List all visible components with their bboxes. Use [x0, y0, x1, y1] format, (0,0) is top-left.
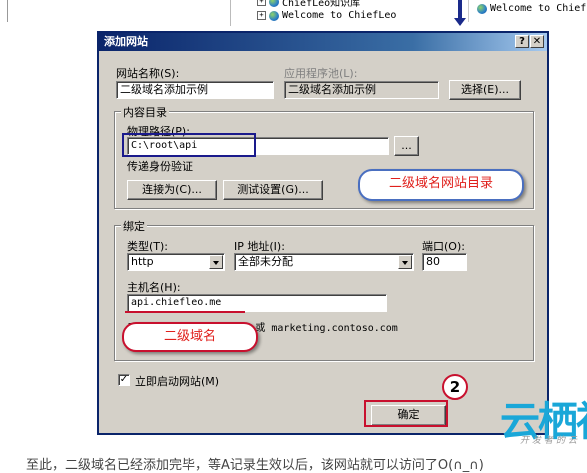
- help-icon[interactable]: ?: [515, 35, 529, 48]
- host-underline: [125, 311, 245, 313]
- host-name-label: 主机名(H):: [127, 281, 181, 294]
- expand-icon[interactable]: +: [257, 0, 266, 6]
- globe-icon: [269, 0, 279, 7]
- binding-title: 绑定: [121, 218, 147, 234]
- background-right-panel: Welcome to Chief: [468, 0, 587, 22]
- dialog-title: 添加网站: [104, 35, 148, 48]
- chevron-down-icon[interactable]: [209, 255, 223, 269]
- content-directory-title: 内容目录: [121, 104, 169, 120]
- globe-icon: [269, 10, 279, 21]
- tree-item[interactable]: + Welcome to ChiefLeo: [257, 10, 396, 21]
- ip-address-value: 全部未分配: [238, 255, 293, 268]
- expand-icon[interactable]: +: [257, 11, 266, 20]
- passthrough-auth-label: 传递身份验证: [127, 160, 193, 173]
- site-name-label: 网站名称(S):: [116, 67, 180, 80]
- host-name-input[interactable]: api.chiefleo.me: [127, 294, 387, 312]
- site-item[interactable]: Welcome to Chief: [477, 3, 586, 14]
- background-divider: [7, 0, 8, 22]
- arrow-down-icon: [454, 0, 466, 26]
- app-pool-label: 应用程序池(L):: [284, 67, 358, 80]
- type-select[interactable]: http: [127, 253, 225, 271]
- step-2-badge: 2: [442, 374, 468, 400]
- port-input[interactable]: 80: [422, 253, 467, 271]
- add-website-dialog: 添加网站 ? ✕ 网站名称(S): 二级域名添加示例 应用程序池(L): 二级域…: [97, 31, 549, 435]
- dialog-titlebar[interactable]: 添加网站 ? ✕: [99, 33, 547, 51]
- background-tree-panel: + ChiefLeo知识库 + Welcome to ChiefLeo: [230, 0, 441, 26]
- type-value: http: [131, 255, 154, 268]
- ip-address-label: IP 地址(I):: [234, 240, 285, 253]
- article-caption: 至此，二级域名已经添加完毕，等A记录生效以后，该网站就可以访问了O(∩_∩): [26, 458, 484, 473]
- host-callout: 二级域名: [122, 322, 258, 352]
- ip-address-select[interactable]: 全部未分配: [234, 253, 414, 271]
- tree-item[interactable]: + ChiefLeo知识库: [257, 0, 360, 9]
- start-website-label: 立即启动网站(M): [135, 375, 220, 388]
- close-icon[interactable]: ✕: [530, 35, 544, 48]
- chevron-down-icon[interactable]: [398, 255, 412, 269]
- host-rest: .chiefleo.me: [149, 297, 222, 308]
- connect-as-button[interactable]: 连接为(C)...: [127, 180, 217, 200]
- start-website-checkbox[interactable]: ✓: [118, 374, 130, 386]
- select-button[interactable]: 选择(E)...: [449, 80, 521, 100]
- test-settings-button[interactable]: 测试设置(G)...: [223, 180, 323, 200]
- site-name-input[interactable]: 二级域名添加示例: [116, 81, 274, 99]
- browse-button[interactable]: ...: [394, 136, 419, 156]
- path-highlight-box: [122, 133, 256, 157]
- port-label: 端口(O):: [422, 240, 465, 253]
- watermark-subtitle: 开发者的云: [520, 436, 581, 446]
- app-pool-field: 二级域名添加示例: [284, 81, 439, 99]
- ok-highlight-ring: [364, 400, 448, 427]
- directory-callout: 二级域名网站目录: [358, 169, 524, 201]
- host-prefix: api: [131, 297, 150, 308]
- type-label: 类型(T):: [127, 240, 169, 253]
- globe-icon: [477, 3, 487, 14]
